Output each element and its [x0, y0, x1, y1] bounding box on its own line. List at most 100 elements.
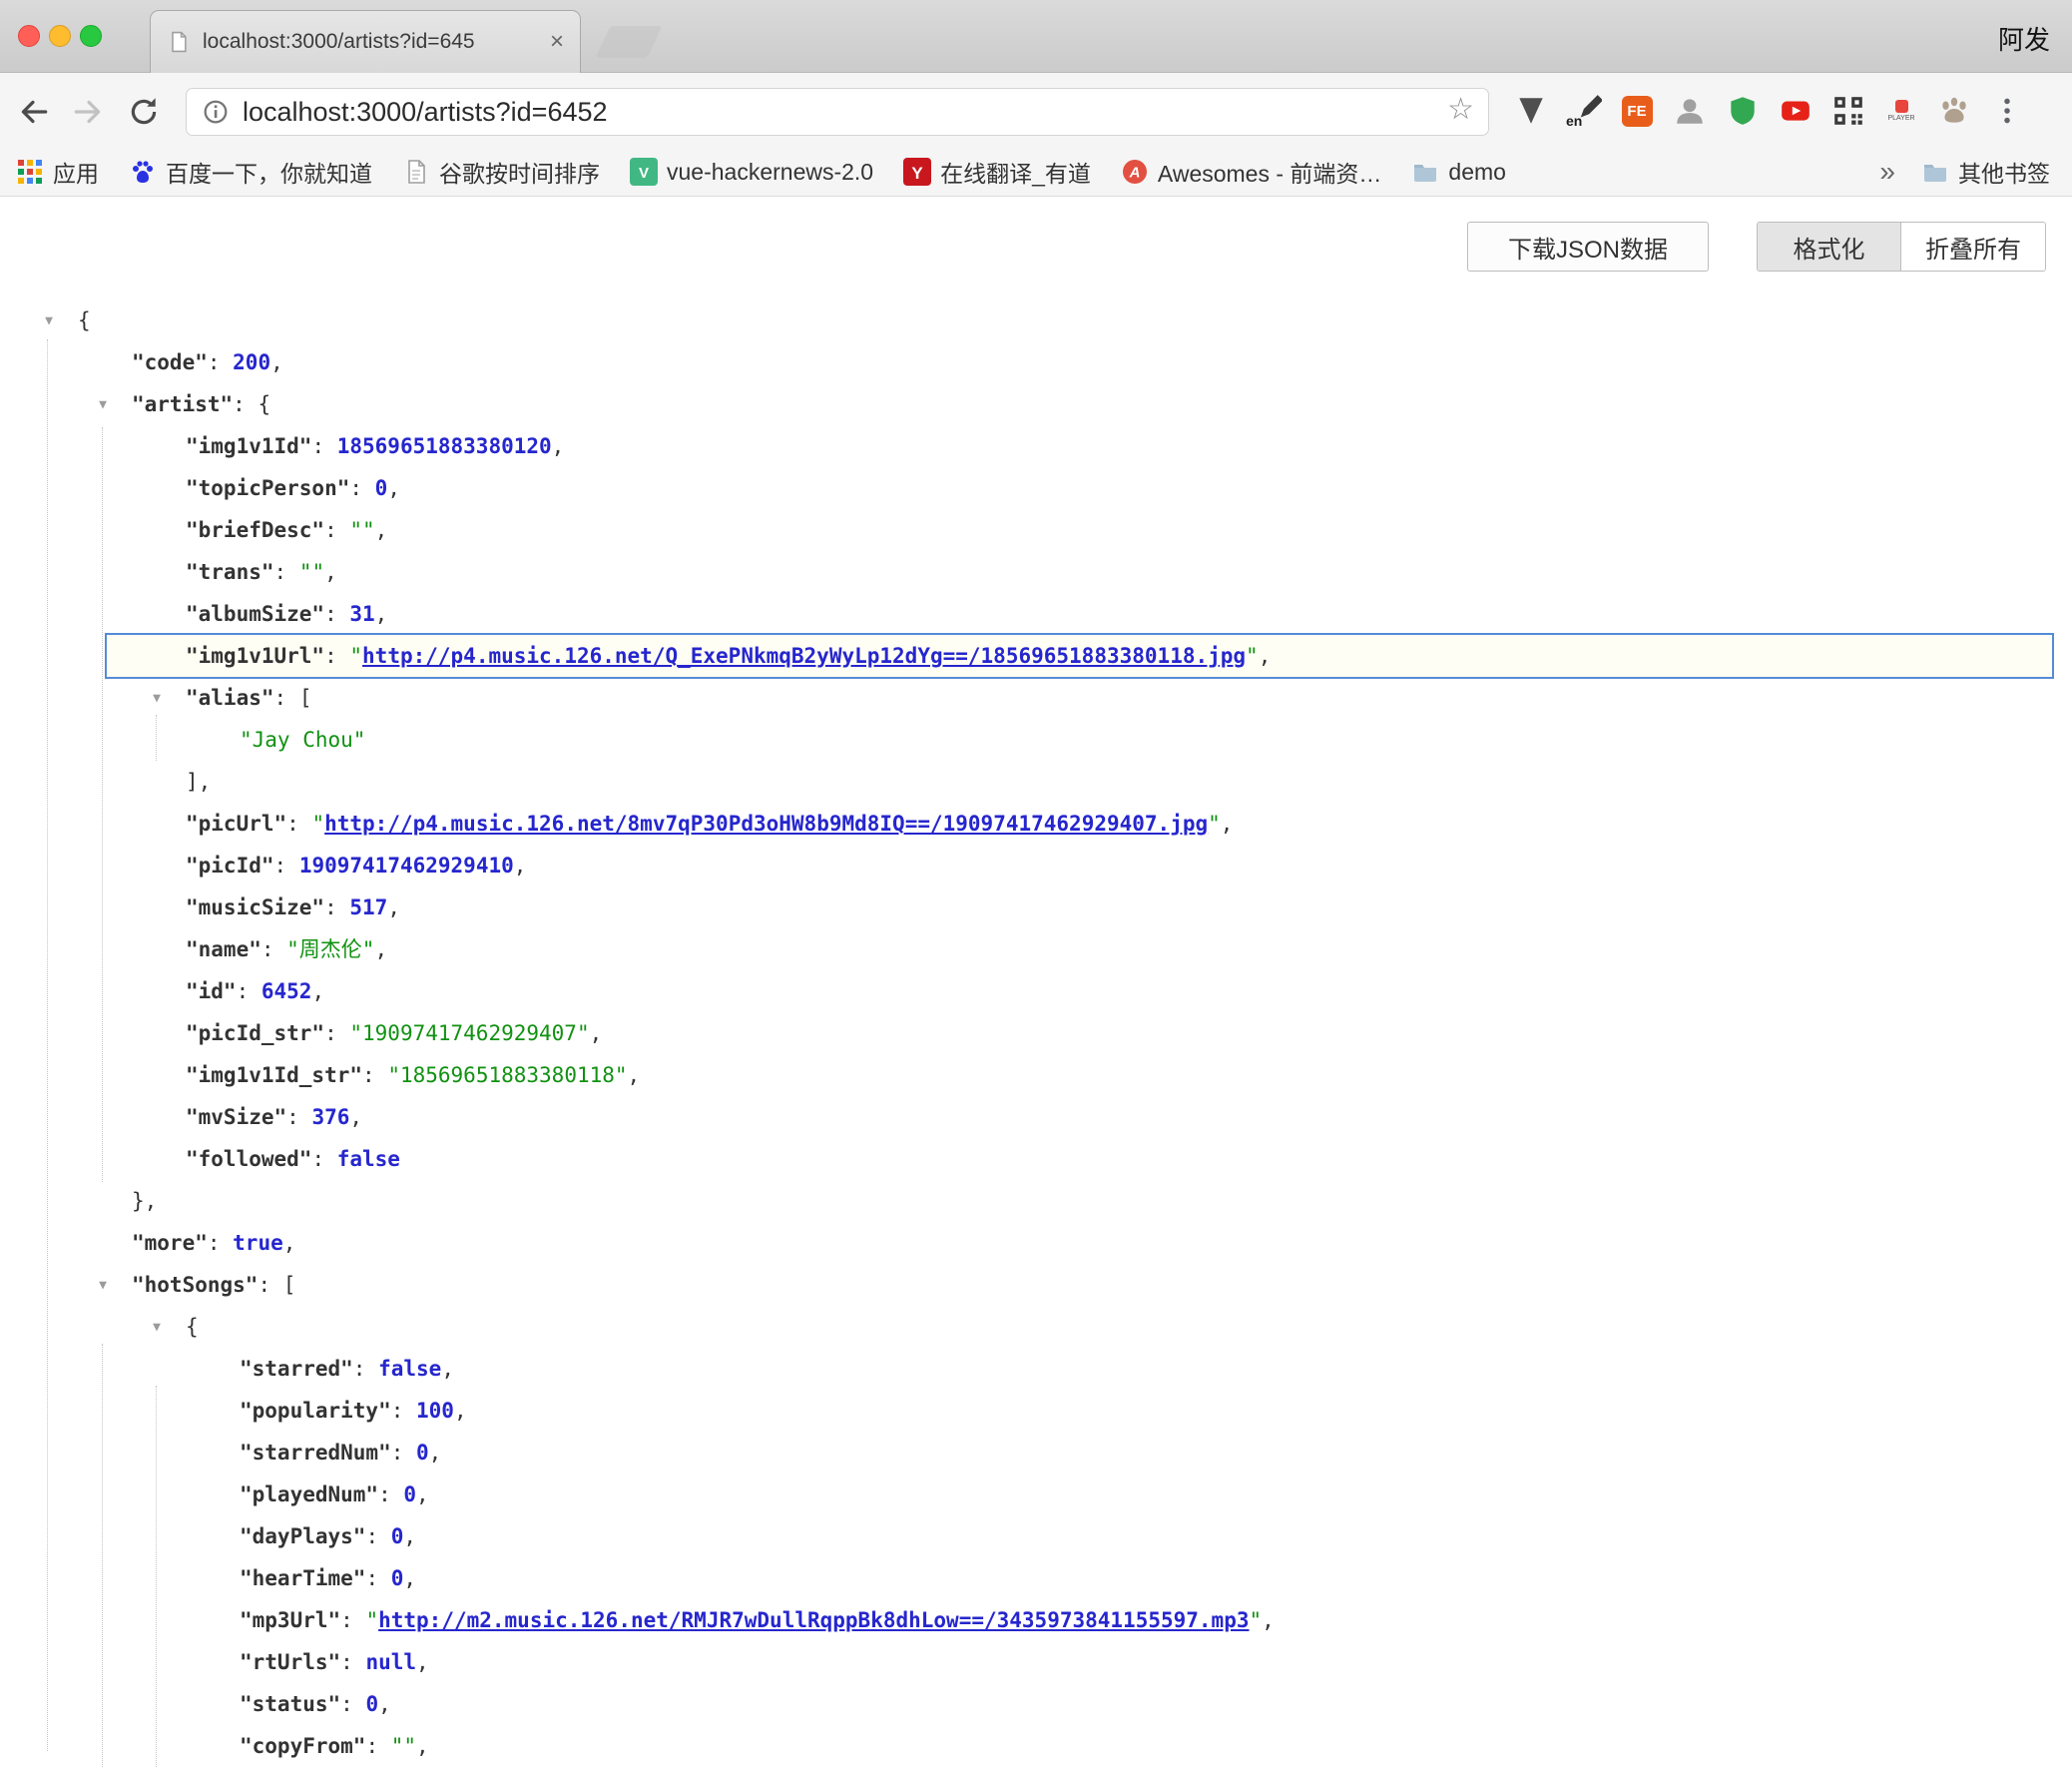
collapse-toggle-icon[interactable]: ▼: [38, 300, 60, 342]
json-token: :: [324, 644, 349, 668]
json-token: {: [186, 1315, 199, 1339]
back-button[interactable]: [12, 92, 56, 132]
json-token: "briefDesc": [186, 518, 324, 542]
json-line: "rtUrls": null,: [0, 1641, 2072, 1683]
player-label: PLAYER: [1887, 115, 1914, 122]
json-token: "img1v1Url": [186, 644, 324, 668]
json-token: "albumSize": [186, 602, 324, 626]
json-token: 6452: [261, 979, 312, 1003]
json-token: ,: [403, 1566, 416, 1590]
json-token: :: [311, 434, 336, 458]
json-token: ,: [324, 560, 337, 584]
json-token: },: [132, 1189, 157, 1213]
reload-button[interactable]: [122, 92, 166, 132]
collapse-toggle-icon[interactable]: ▼: [92, 1265, 114, 1307]
json-line: "playedNum": 0,: [0, 1473, 2072, 1515]
translate-extension-icon[interactable]: en: [1566, 93, 1602, 129]
json-line: "copyFrom": "",: [0, 1725, 2072, 1767]
json-token: :: [324, 895, 349, 919]
window-minimize-button[interactable]: [49, 25, 71, 47]
profile-name[interactable]: 阿发: [1998, 20, 2050, 57]
json-token: "rtUrls": [240, 1650, 340, 1674]
bookmark-item[interactable]: Vvue-hackernews-2.0: [630, 158, 873, 186]
view-mode-switch: 格式化 折叠所有: [1757, 222, 2046, 272]
fehelper-extension-icon[interactable]: FE: [1619, 93, 1655, 129]
youdao-favicon-icon: Y: [903, 158, 931, 186]
collapse-toggle-icon[interactable]: ▼: [92, 384, 114, 426]
json-token: :: [311, 1147, 336, 1171]
url-text[interactable]: localhost:3000/artists?id=6452: [243, 97, 608, 128]
format-tab[interactable]: 格式化: [1758, 223, 1901, 271]
bookmark-star-icon[interactable]: ☆: [1447, 92, 1474, 127]
json-token: "followed": [186, 1147, 311, 1171]
json-token: "img1v1Id_str": [186, 1063, 362, 1087]
tab-close-icon[interactable]: ×: [550, 30, 564, 54]
address-bar[interactable]: localhost:3000/artists?id=6452 ☆: [186, 88, 1489, 136]
json-token: :: [365, 1524, 390, 1548]
json-token: 0: [365, 1692, 378, 1716]
json-line: "starredNum": 0,: [0, 1432, 2072, 1473]
json-token: "": [299, 560, 324, 584]
json-token: ,: [1259, 644, 1272, 668]
extensions-row: en FE PLAYER: [1513, 78, 2025, 144]
bookmark-other-bookmarks[interactable]: 其他书签: [1921, 155, 2050, 189]
json-token: 18569651883380120: [337, 434, 552, 458]
json-token: "popularity": [240, 1399, 391, 1423]
collapse-toggle-icon[interactable]: ▼: [146, 678, 168, 720]
forward-button[interactable]: [66, 92, 110, 132]
shield-extension-icon[interactable]: [1725, 93, 1761, 129]
json-line: "picId": 19097417462929410,: [0, 845, 2072, 886]
json-line: "name": "周杰伦",: [0, 928, 2072, 970]
json-token: 0: [416, 1441, 429, 1465]
collapse-all-tab[interactable]: 折叠所有: [1901, 223, 2045, 271]
json-token: ": [1208, 812, 1221, 836]
bookmark-item[interactable]: 谷歌按时间排序: [402, 155, 600, 189]
new-tab-button[interactable]: [596, 26, 663, 58]
player-extension-icon[interactable]: PLAYER: [1883, 93, 1919, 129]
window-close-button[interactable]: [18, 25, 40, 47]
window-zoom-button[interactable]: [80, 25, 102, 47]
bookmark-item[interactable]: 百度一下，你就知道: [129, 155, 372, 189]
json-token: 376: [311, 1105, 349, 1129]
bookmark-item[interactable]: AAwesomes - 前端资…: [1121, 155, 1382, 189]
json-line: "followed": false: [0, 1138, 2072, 1180]
bookmark-apps[interactable]: 应用: [16, 155, 99, 189]
json-token: ,: [552, 434, 565, 458]
json-line: "code": 200,: [0, 341, 2072, 383]
page-favicon-icon: [167, 30, 191, 54]
json-token: 0: [391, 1566, 404, 1590]
json-token: ],: [186, 770, 211, 794]
json-token: null: [365, 1650, 416, 1674]
browser-menu-icon[interactable]: [1989, 93, 2025, 129]
page-info-icon[interactable]: [201, 97, 231, 127]
json-token: ,: [403, 1524, 416, 1548]
paw-extension-icon[interactable]: [1936, 93, 1972, 129]
json-token: "musicSize": [186, 895, 324, 919]
json-token: "starred": [240, 1357, 353, 1381]
bookmark-label: 在线翻译_有道: [940, 155, 1091, 189]
youtube-extension-icon[interactable]: [1778, 93, 1813, 129]
json-token: ,: [375, 518, 388, 542]
bookmark-label: 谷歌按时间排序: [439, 155, 600, 189]
vue-favicon-icon: V: [630, 158, 658, 186]
collapse-toggle-icon[interactable]: ▼: [146, 1307, 168, 1349]
profile-extension-icon[interactable]: [1672, 93, 1708, 129]
flag-extension-icon[interactable]: [1513, 93, 1549, 129]
json-token: :: [378, 1482, 403, 1506]
json-url-link[interactable]: http://p4.music.126.net/8mv7qP30Pd3oHW8b…: [324, 812, 1208, 836]
bookmark-item[interactable]: demo: [1411, 158, 1506, 186]
browser-tab[interactable]: localhost:3000/artists?id=645 ×: [150, 10, 581, 73]
download-json-button[interactable]: 下载JSON数据: [1467, 222, 1709, 272]
json-token: :: [274, 854, 299, 878]
json-token: false: [378, 1357, 441, 1381]
json-line: "mvSize": 376,: [0, 1096, 2072, 1138]
bookmarks-overflow-chevron[interactable]: »: [1879, 156, 1895, 188]
bookmark-item[interactable]: Y 在线翻译_有道: [903, 155, 1091, 189]
json-url-link[interactable]: http://p4.music.126.net/Q_ExePNkmqB2yWyL…: [362, 644, 1246, 668]
json-url-link[interactable]: http://m2.music.126.net/RMJR7wDullRqppBk…: [378, 1608, 1249, 1632]
json-token: "": [391, 1734, 416, 1758]
json-line: "id": 6452,: [0, 970, 2072, 1012]
qrcode-extension-icon[interactable]: [1830, 93, 1866, 129]
json-token: :: [208, 1231, 233, 1255]
json-token: "dayPlays": [240, 1524, 365, 1548]
